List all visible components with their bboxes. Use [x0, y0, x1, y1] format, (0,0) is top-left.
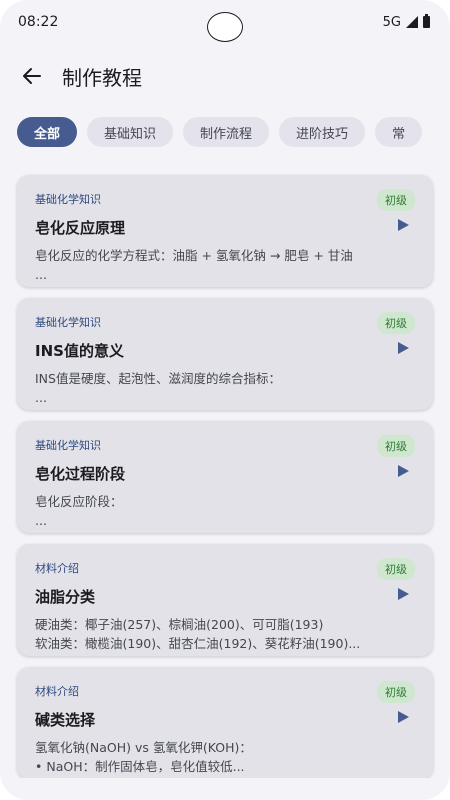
card-description: 皂化反应阶段： ...	[35, 494, 123, 528]
level-badge: 初级	[377, 312, 415, 334]
network-label: 5G	[382, 14, 401, 30]
back-arrow-icon[interactable]	[20, 64, 44, 88]
card-description: INS值是硬度、起泡性、滋润度的综合指标： ...	[35, 371, 281, 405]
card-category: 基础化学知识	[35, 193, 101, 206]
level-badge: 初级	[377, 681, 415, 703]
card-category: 材料介绍	[35, 685, 79, 698]
tutorial-card[interactable]: 材料介绍 初级 油脂分类 硬油类：椰子油(257)、棕榈油(200)、可可脂(1…	[17, 544, 433, 656]
phone-screen: 08:22 5G 制作教程 全部 基础知识 制作流程 进阶技巧 常 基础化学知识…	[0, 0, 450, 800]
bottom-bar	[0, 778, 450, 800]
status-icons: 5G	[382, 14, 430, 30]
play-icon[interactable]	[398, 219, 409, 231]
filter-chip-basics[interactable]: 基础知识	[87, 117, 174, 147]
card-title: INS值的意义	[35, 342, 124, 360]
card-category: 基础化学知识	[35, 439, 101, 452]
camera-cutout	[207, 12, 243, 42]
tutorial-card[interactable]: 材料介绍 初级 碱类选择 氢氧化钠(NaOH) vs 氢氧化钾(KOH)： • …	[17, 667, 433, 779]
signal-icon	[406, 16, 418, 28]
app-bar: 制作教程	[0, 50, 450, 102]
tutorial-card[interactable]: 基础化学知识 初级 皂化过程阶段 皂化反应阶段： ...	[17, 421, 433, 533]
battery-icon	[423, 14, 430, 28]
status-time: 08:22	[18, 14, 59, 30]
card-description: 硬油类：椰子油(257)、棕榈油(200)、可可脂(193) 软油类：橄榄油(1…	[35, 617, 361, 651]
filter-chips: 全部 基础知识 制作流程 进阶技巧 常	[17, 117, 423, 147]
play-icon[interactable]	[398, 342, 409, 354]
card-title: 油脂分类	[35, 588, 96, 606]
tutorial-card[interactable]: 基础化学知识 初级 皂化反应原理 皂化反应的化学方程式：油脂 + 氢氧化钠 → …	[17, 175, 433, 287]
card-category: 基础化学知识	[35, 316, 101, 329]
play-icon[interactable]	[398, 465, 409, 477]
card-category: 材料介绍	[35, 562, 79, 575]
filter-chip-all[interactable]: 全部	[17, 117, 78, 147]
play-icon[interactable]	[398, 588, 409, 600]
card-description: 皂化反应的化学方程式：油脂 + 氢氧化钠 → 肥皂 + 甘油 ...	[35, 248, 353, 282]
tutorial-card[interactable]: 基础化学知识 初级 INS值的意义 INS值是硬度、起泡性、滋润度的综合指标： …	[17, 298, 433, 410]
tutorial-list: 基础化学知识 初级 皂化反应原理 皂化反应的化学方程式：油脂 + 氢氧化钠 → …	[17, 175, 434, 790]
level-badge: 初级	[377, 189, 415, 211]
card-title: 碱类选择	[35, 711, 96, 729]
card-title: 皂化反应原理	[35, 219, 126, 237]
filter-chip-more[interactable]: 常	[375, 117, 423, 147]
filter-chip-process[interactable]: 制作流程	[183, 117, 270, 147]
card-description: 氢氧化钠(NaOH) vs 氢氧化钾(KOH)： • NaOH：制作固体皂，皂化…	[35, 740, 252, 774]
filter-chip-advanced[interactable]: 进阶技巧	[279, 117, 366, 147]
level-badge: 初级	[377, 435, 415, 457]
level-badge: 初级	[377, 558, 415, 580]
page-title: 制作教程	[62, 65, 142, 90]
card-title: 皂化过程阶段	[35, 465, 126, 483]
play-icon[interactable]	[398, 711, 409, 723]
